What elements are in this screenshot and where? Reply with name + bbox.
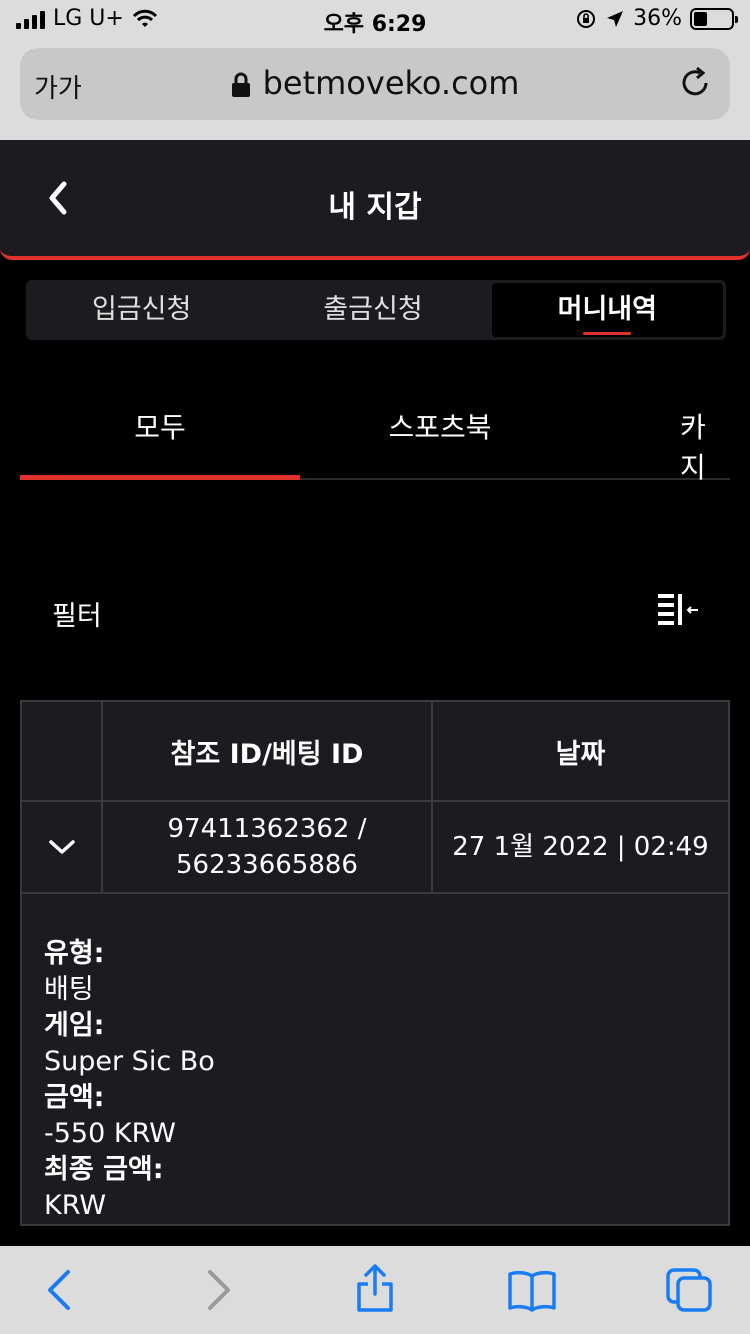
forward-arrow-icon[interactable] — [204, 1268, 234, 1312]
status-right: 36% — [575, 6, 738, 31]
battery-level — [694, 11, 707, 26]
url-text: betmoveko.com — [262, 64, 520, 102]
category-tabs: 모두 스포츠북 카지 — [20, 390, 730, 484]
location-arrow-icon — [607, 10, 624, 27]
app-header: 내 지갑 — [0, 140, 750, 260]
reference-bet-id-cell: 97411362362 / 56233665886 — [103, 802, 431, 892]
reload-icon[interactable] — [678, 66, 712, 100]
table-header: 참조 ID/베팅 ID 날짜 — [22, 702, 728, 802]
detail-game-value: Super Sic Bo — [44, 1046, 215, 1077]
row-details: 유형: 배팅 게임: Super Sic Bo 금액: -550 KRW 최종 … — [44, 936, 215, 1224]
table-row[interactable]: 97411362362 / 56233665886 27 1월 2022 | 0… — [22, 802, 728, 894]
date-cell: 27 1월 2022 | 02:49 — [452, 832, 709, 862]
battery-icon — [690, 7, 738, 30]
filter-label: 필터 — [52, 601, 102, 632]
tab-sportsbook[interactable]: 스포츠북 — [300, 406, 580, 446]
tab-withdraw[interactable]: 출금신청 — [257, 280, 488, 340]
detail-final-amount-label: 최종 금액: — [44, 1154, 164, 1185]
detail-amount-value: -550 KRW — [44, 1118, 176, 1149]
browser-toolbar — [0, 1246, 750, 1334]
wallet-tabs: 입금신청 출금신청 머니내역 — [26, 280, 726, 340]
filter-toggle-icon[interactable] — [656, 592, 700, 628]
tab-money-history[interactable]: 머니내역 — [491, 283, 723, 337]
bet-id: 56233665886 — [176, 850, 358, 880]
tab-all[interactable]: 모두 — [20, 406, 300, 446]
detail-amount-label: 금액: — [44, 1082, 105, 1113]
status-bar: LG U+ 오후 6:29 36% — [0, 0, 750, 40]
tab-casino[interactable]: 카지 — [680, 406, 730, 486]
detail-final-amount-value: KRW — [44, 1190, 107, 1221]
table-header-id: 참조 ID/베팅 ID — [170, 738, 364, 770]
bookmarks-icon[interactable] — [506, 1270, 558, 1312]
detail-game-label: 게임: — [44, 1010, 105, 1041]
money-history-table: 참조 ID/베팅 ID 날짜 97411362362 / 56233665886… — [20, 700, 730, 1226]
chevron-down-icon — [49, 840, 75, 854]
detail-type-value: 배팅 — [44, 974, 94, 1005]
detail-type-label: 유형: — [44, 938, 105, 969]
orientation-lock-icon — [577, 9, 596, 28]
table-header-date: 날짜 — [555, 738, 606, 770]
address-bar[interactable]: 가가 betmoveko.com — [20, 48, 730, 120]
url-display[interactable]: betmoveko.com — [20, 64, 730, 102]
active-tab-indicator — [20, 475, 300, 480]
tab-deposit[interactable]: 입금신청 — [26, 280, 257, 340]
tabs-icon[interactable] — [664, 1266, 716, 1314]
battery-percent: 36% — [633, 6, 682, 31]
browser-chrome: 가가 betmoveko.com — [0, 40, 750, 140]
table-header-expand — [22, 702, 102, 800]
expand-toggle[interactable] — [22, 802, 102, 892]
lock-icon — [231, 72, 250, 97]
page-title: 내 지갑 — [328, 190, 422, 225]
share-icon[interactable] — [354, 1262, 396, 1314]
reference-id: 97411362362 / — [167, 814, 367, 844]
back-arrow-icon[interactable] — [44, 1268, 74, 1312]
